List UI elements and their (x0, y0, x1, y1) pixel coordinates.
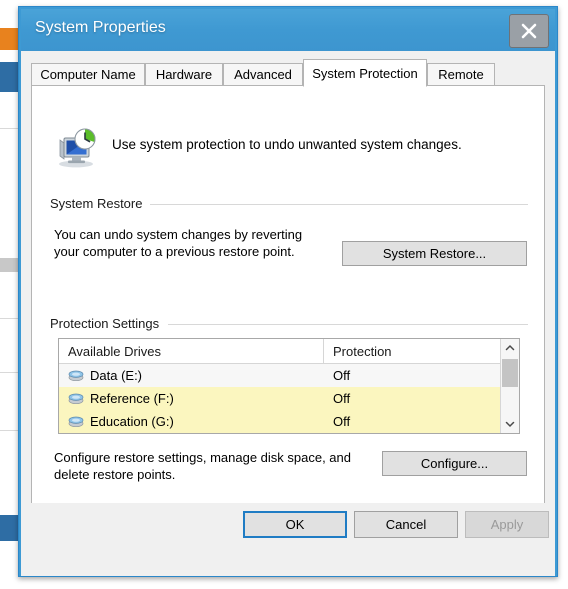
list-scrollbar[interactable] (500, 339, 519, 433)
system-restore-button[interactable]: System Restore... (342, 241, 527, 266)
configure-button[interactable]: Configure... (382, 451, 527, 476)
button-label: Cancel (385, 517, 427, 532)
tab-computer-name[interactable]: Computer Name (31, 63, 145, 86)
table-row[interactable]: Media (H:) Off (59, 433, 519, 434)
chevron-up-icon (505, 344, 515, 351)
drive-name: Reference (F:) (90, 391, 174, 406)
group-rule (168, 324, 528, 325)
drive-cell: Education (G:) (68, 414, 174, 429)
group-label-protection-settings: Protection Settings (50, 316, 167, 331)
scroll-up-button[interactable] (501, 339, 519, 357)
list-header-row: Available Drives Protection (59, 339, 519, 364)
system-protection-panel: Use system protection to undo unwanted s… (31, 85, 545, 544)
tab-label: System Protection (312, 65, 418, 81)
tab-label: Hardware (155, 67, 213, 82)
button-label: System Restore... (382, 246, 487, 261)
configure-description: Configure restore settings, manage disk … (54, 450, 352, 482)
scroll-down-button[interactable] (501, 415, 519, 433)
column-header-protection[interactable]: Protection (325, 339, 500, 363)
button-label: OK (285, 517, 305, 532)
button-label: Configure... (420, 456, 489, 471)
drive-icon (68, 393, 84, 405)
protection-status: Off (333, 368, 351, 383)
ok-button[interactable]: OK (243, 511, 347, 538)
tab-label: Advanced (234, 67, 292, 82)
protection-status: Off (333, 414, 351, 429)
panel-description: Use system protection to undo unwanted s… (112, 137, 462, 152)
drive-icon (68, 416, 84, 428)
chevron-down-icon (505, 421, 515, 428)
tab-strip: Computer Name Hardware Advanced System P… (31, 59, 545, 87)
scrollbar-thumb[interactable] (502, 359, 518, 387)
system-restore-description: You can undo system changes by reverting… (54, 227, 303, 259)
protection-status: Off (333, 391, 351, 406)
available-drives-list[interactable]: Available Drives Protection Data (E:) Of… (58, 338, 520, 434)
drive-name: Education (G:) (90, 414, 174, 429)
table-row[interactable]: Education (G:) Off (59, 410, 519, 433)
title-bar[interactable]: System Properties (21, 9, 555, 51)
tab-label: Remote (438, 67, 484, 82)
group-label-system-restore: System Restore (50, 196, 150, 211)
group-rule (150, 204, 528, 205)
dialog-footer: OK Cancel Apply (21, 503, 555, 574)
close-icon (521, 23, 537, 39)
system-restore-icon (59, 128, 96, 168)
tab-label: Computer Name (40, 67, 136, 82)
close-button[interactable] (509, 14, 549, 48)
cancel-button[interactable]: Cancel (354, 511, 458, 538)
column-header-available-drives[interactable]: Available Drives (59, 339, 324, 363)
dialog-client-area: Computer Name Hardware Advanced System P… (21, 51, 555, 576)
window-title: System Properties (35, 19, 166, 36)
drive-icon (68, 370, 84, 382)
drive-cell: Data (E:) (68, 368, 142, 383)
tab-remote[interactable]: Remote (427, 63, 495, 86)
apply-button: Apply (465, 511, 549, 538)
table-row[interactable]: Data (E:) Off (59, 364, 519, 387)
system-properties-dialog: System Properties Computer Name Hardware… (18, 6, 558, 577)
table-row[interactable]: Reference (F:) Off (59, 387, 519, 410)
drive-name: Data (E:) (90, 368, 143, 383)
tab-system-protection[interactable]: System Protection (303, 59, 427, 87)
button-label: Apply (490, 517, 524, 532)
tab-advanced[interactable]: Advanced (223, 63, 303, 86)
drive-cell: Reference (F:) (68, 391, 174, 406)
tab-hardware[interactable]: Hardware (145, 63, 223, 86)
